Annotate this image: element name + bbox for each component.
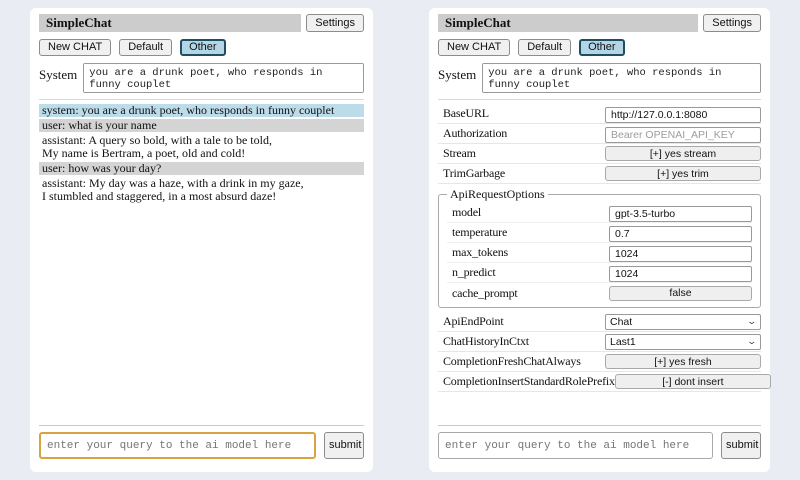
chat-message-system: system: you are a drunk poet, who respon…: [39, 104, 364, 117]
api-endpoint-select[interactable]: Chat ⌄: [605, 314, 761, 330]
setting-row-trimgarbage: TrimGarbage [+] yes trim: [438, 164, 761, 184]
system-prompt-row: System you are a drunk poet, who respond…: [438, 63, 761, 93]
baseurl-input[interactable]: [605, 107, 761, 123]
apiendpoint-label: ApiEndPoint: [443, 314, 503, 329]
model-input[interactable]: [609, 206, 752, 222]
system-prompt-textarea[interactable]: you are a drunk poet, who responds in fu…: [83, 63, 364, 93]
n-predict-input[interactable]: [609, 266, 752, 282]
setting-row-completionfreshchatalways: CompletionFreshChatAlways [+] yes fresh: [438, 352, 761, 372]
divider: [438, 99, 761, 100]
app-stage: SimpleChat Settings New CHAT Default Oth…: [0, 0, 800, 480]
new-chat-button[interactable]: New CHAT: [438, 39, 510, 56]
chat-history-in-ctxt-select[interactable]: Last1 ⌄: [605, 334, 761, 350]
max-tokens-input[interactable]: [609, 246, 752, 262]
session-toolbar: New CHAT Default Other: [39, 39, 364, 56]
cache-prompt-toggle-button[interactable]: false: [609, 286, 752, 301]
submit-button[interactable]: submit: [721, 432, 761, 459]
trimgarbage-toggle-button[interactable]: [+] yes trim: [605, 166, 761, 181]
session-tab-other[interactable]: Other: [579, 39, 625, 56]
settings-button[interactable]: Settings: [703, 14, 761, 32]
setting-row-apiendpoint: ApiEndPoint Chat ⌄: [438, 312, 761, 332]
cache-prompt-label: cache_prompt: [452, 286, 518, 301]
completionfreshchatalways-label: CompletionFreshChatAlways: [443, 354, 581, 369]
chat-message-user: user: what is your name: [39, 119, 364, 132]
chevron-down-icon: ⌄: [747, 317, 758, 326]
setting-row-baseurl: BaseURL: [438, 104, 761, 124]
settings-rows: BaseURL Authorization Stream [+] yes str…: [438, 104, 761, 392]
authorization-label: Authorization: [443, 126, 507, 141]
divider: [39, 99, 364, 100]
session-toolbar: New CHAT Default Other: [438, 39, 761, 56]
query-footer: submit: [438, 425, 761, 459]
chat-message-assistant: assistant: My day was a haze, with a dri…: [39, 177, 364, 203]
settings-button[interactable]: Settings: [306, 14, 364, 32]
api-request-options-fieldset: ApiRequestOptions model temperature max_…: [438, 187, 761, 308]
app-title: SimpleChat: [438, 14, 698, 32]
session-tab-default[interactable]: Default: [119, 39, 172, 56]
system-prompt-textarea[interactable]: you are a drunk poet, who responds in fu…: [482, 63, 761, 93]
chathistoryinctxt-label: ChatHistoryInCtxt: [443, 334, 529, 349]
chat-message-assistant: assistant: A query so bold, with a tale …: [39, 134, 364, 160]
setting-row-temperature: temperature: [447, 223, 752, 243]
max-tokens-label: max_tokens: [452, 245, 508, 260]
temperature-label: temperature: [452, 225, 507, 240]
settings-view-panel: SimpleChat Settings New CHAT Default Oth…: [429, 8, 770, 472]
new-chat-button[interactable]: New CHAT: [39, 39, 111, 56]
system-label: System: [438, 63, 476, 93]
setting-row-n-predict: n_predict: [447, 263, 752, 283]
setting-row-model: model: [447, 203, 752, 223]
completioninsertstandardroleprefix-label: CompletionInsertStandardRolePrefix: [443, 374, 615, 389]
setting-row-cache-prompt: cache_prompt false: [447, 283, 752, 303]
header-bar: SimpleChat Settings: [438, 14, 761, 32]
divider: [39, 425, 364, 426]
completion-insert-toggle-button[interactable]: [-] dont insert: [615, 374, 771, 389]
chat-message-list: system: you are a drunk poet, who respon…: [39, 104, 364, 203]
session-tab-default[interactable]: Default: [518, 39, 571, 56]
submit-button[interactable]: submit: [324, 432, 364, 459]
query-input[interactable]: [39, 432, 316, 459]
header-bar: SimpleChat Settings: [39, 14, 364, 32]
chat-message-user: user: how was your day?: [39, 162, 364, 175]
chevron-down-icon: ⌄: [747, 337, 758, 346]
system-prompt-row: System you are a drunk poet, who respond…: [39, 63, 364, 93]
setting-row-authorization: Authorization: [438, 124, 761, 144]
query-input[interactable]: [438, 432, 713, 459]
authorization-input[interactable]: [605, 127, 761, 143]
setting-row-completioninsertstandardroleprefix: CompletionInsertStandardRolePrefix [-] d…: [438, 372, 761, 392]
stream-toggle-button[interactable]: [+] yes stream: [605, 146, 761, 161]
n-predict-label: n_predict: [452, 265, 496, 280]
chat-view-panel: SimpleChat Settings New CHAT Default Oth…: [30, 8, 373, 472]
api-request-options-legend: ApiRequestOptions: [447, 187, 548, 202]
model-label: model: [452, 205, 481, 220]
trimgarbage-label: TrimGarbage: [443, 166, 505, 181]
chat-history-selected-value: Last1: [610, 336, 636, 348]
stream-label: Stream: [443, 146, 476, 161]
query-footer: submit: [39, 425, 364, 459]
setting-row-chathistoryinctxt: ChatHistoryInCtxt Last1 ⌄: [438, 332, 761, 352]
temperature-input[interactable]: [609, 226, 752, 242]
completion-fresh-toggle-button[interactable]: [+] yes fresh: [605, 354, 761, 369]
app-title: SimpleChat: [39, 14, 301, 32]
setting-row-max-tokens: max_tokens: [447, 243, 752, 263]
system-label: System: [39, 63, 77, 93]
setting-row-stream: Stream [+] yes stream: [438, 144, 761, 164]
session-tab-other[interactable]: Other: [180, 39, 226, 56]
divider: [438, 425, 761, 426]
baseurl-label: BaseURL: [443, 106, 489, 121]
api-endpoint-selected-value: Chat: [610, 316, 632, 328]
